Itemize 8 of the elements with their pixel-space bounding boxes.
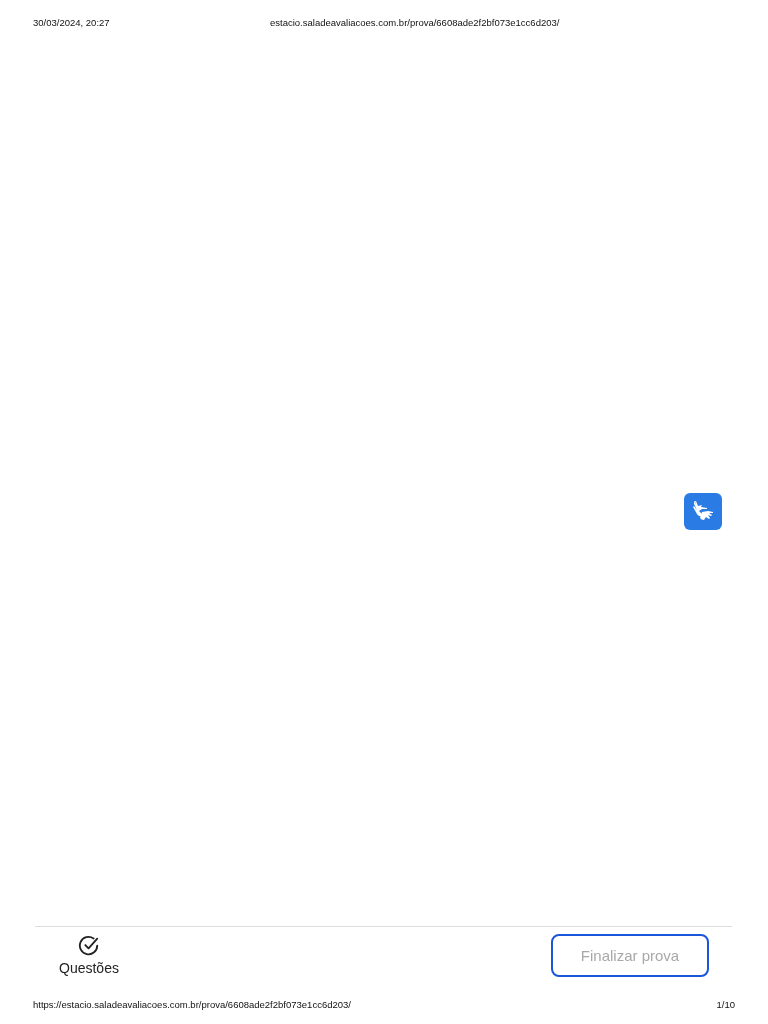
print-date: 30/03/2024, 20:27 [33,16,111,28]
page-number: 1/10 [716,998,735,1010]
check-circle-icon[interactable] [77,935,100,957]
sign-language-button[interactable] [684,493,722,530]
hands-icon [691,500,715,523]
print-footer-url: https://estacio.saladeavaliacoes.com.br/prova/6608ade2f2bf073e1cc6d203/ [33,998,351,1010]
questions-label[interactable]: Questões [59,960,119,976]
print-url: estacio.saladeavaliacoes.com.br/prova/6608ade2f2bf073e1cc6d203/ [270,16,560,28]
